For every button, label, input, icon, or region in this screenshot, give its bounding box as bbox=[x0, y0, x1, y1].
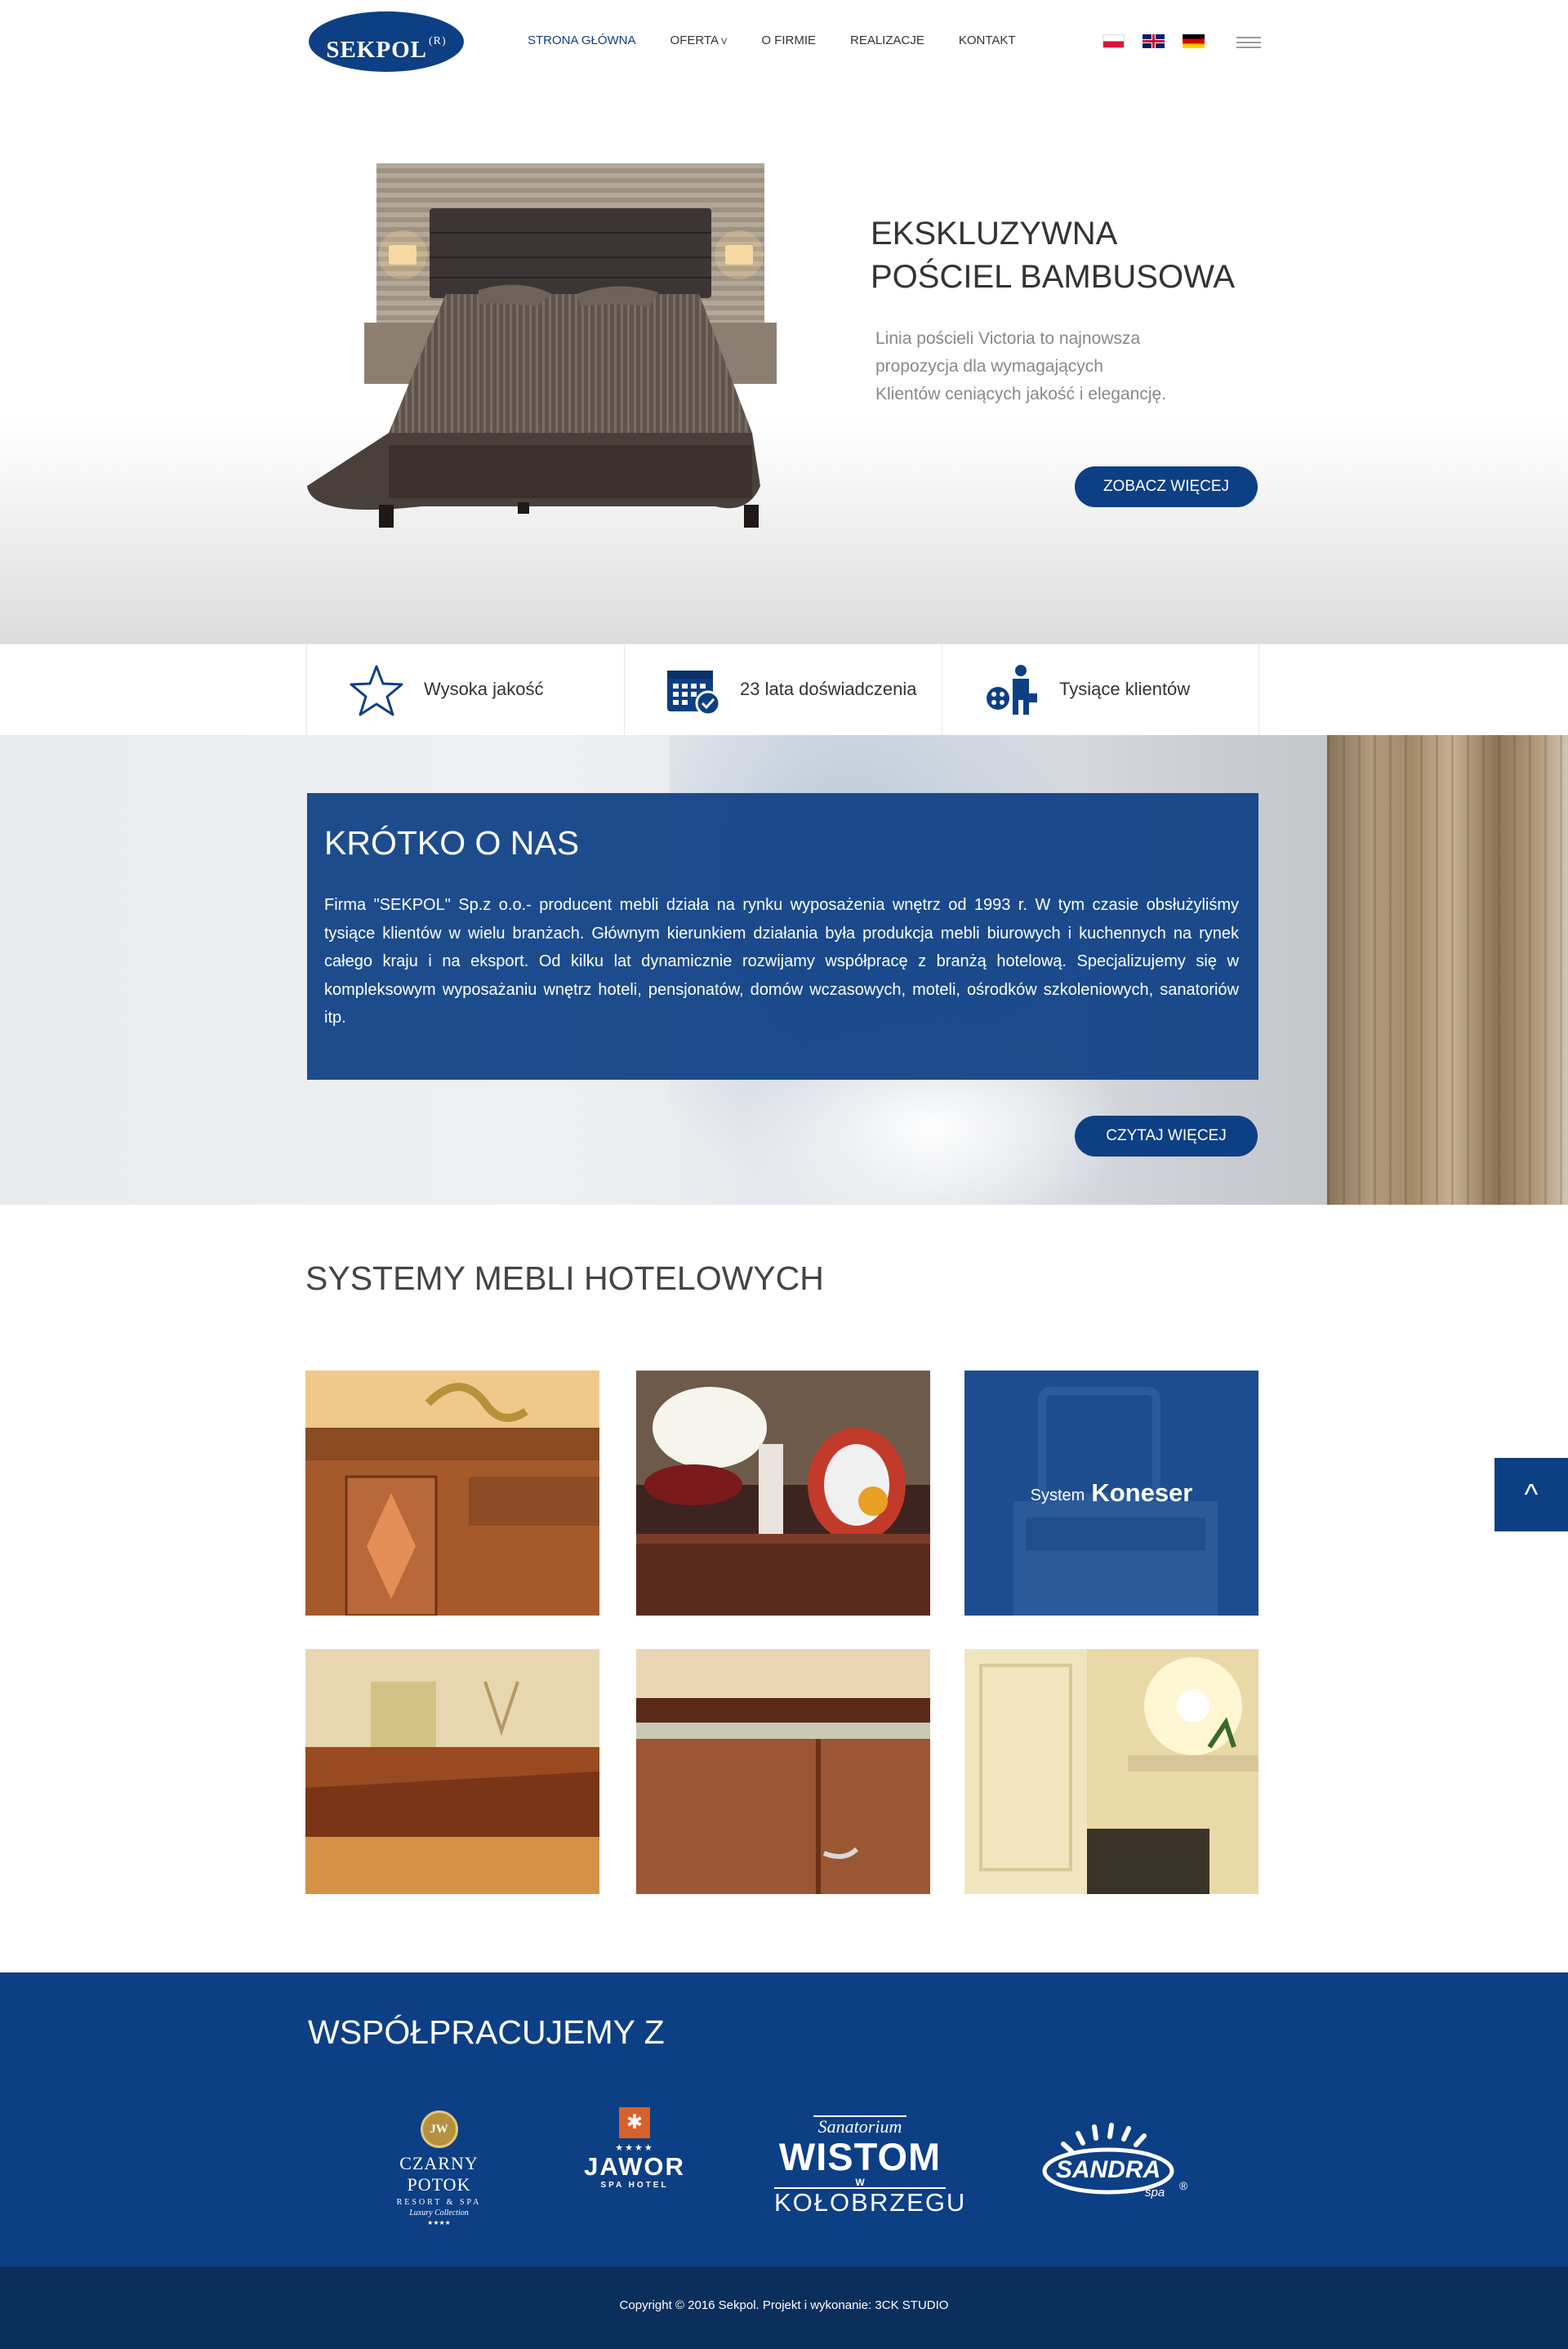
about-title: KRÓTKO O NAS bbox=[324, 824, 580, 862]
feature-experience-label: 23 lata doświadczenia bbox=[740, 679, 917, 699]
partner-sandra-spa-logo[interactable]: SANDRA spa ® bbox=[1031, 2115, 1194, 2205]
clients-group-icon bbox=[987, 665, 1037, 715]
hero-description: Linia pościeli Victoria to najnowsza pro… bbox=[875, 329, 1167, 403]
hero-title: EKSKLUZYWNA POŚCIEL BAMBUSOWA bbox=[871, 212, 1295, 299]
nav-item-oferta-label: OFERTA bbox=[670, 33, 719, 47]
systems-title: SYSTEMY MEBLI HOTELOWYCH bbox=[305, 1259, 824, 1297]
partner-czarny-potok-logo[interactable]: JW CZARNY POTOK RESORT & SPA Luxury Coll… bbox=[372, 2111, 506, 2226]
feature-experience: 23 lata doświadczenia bbox=[624, 644, 942, 736]
jawor-name: JAWOR bbox=[584, 2152, 685, 2181]
koneser-caption: System Koneser bbox=[964, 1371, 1258, 1616]
partners-title: WSPÓŁPRACUJEMY Z bbox=[308, 2013, 665, 2051]
system-tile-2[interactable] bbox=[636, 1371, 930, 1616]
sandra-registered: ® bbox=[1179, 2179, 1188, 2192]
system-tile-1[interactable] bbox=[305, 1371, 599, 1616]
caption-system: System bbox=[1030, 1486, 1085, 1504]
hamburger-icon[interactable] bbox=[1236, 37, 1261, 48]
nav-item-home[interactable]: STRONA GŁÓWNA bbox=[528, 31, 636, 51]
system-tile-4[interactable] bbox=[305, 1649, 599, 1894]
wistom-name: WISTOM bbox=[778, 2135, 942, 2178]
scroll-to-top-button[interactable]: ^ bbox=[1494, 1458, 1568, 1531]
czarny-potok-tag: Luxury Collection bbox=[409, 2209, 469, 2218]
czarny-potok-stars: ★★★★ bbox=[427, 2219, 451, 2226]
hero-title-line1: EKSKLUZYWNA bbox=[871, 216, 1118, 252]
czarny-potok-name: CZARNY POTOK bbox=[399, 2153, 479, 2195]
flag-gb-icon[interactable] bbox=[1143, 34, 1165, 48]
wistom-top: Sanatorium bbox=[813, 2115, 907, 2137]
flag-pl-icon[interactable] bbox=[1102, 34, 1125, 48]
nav-item-o-firmie[interactable]: O FIRMIE bbox=[761, 31, 816, 51]
site-header: SEKPOL (R) STRONA GŁÓWNA OFERTA v O FIRMIE… bbox=[0, 0, 1568, 82]
features-bar: Wysoka jakość 23 lata doświadczenia Tysi… bbox=[0, 644, 1568, 736]
language-switcher bbox=[1102, 34, 1205, 48]
hero-section: EKSKLUZYWNA POŚCIEL BAMBUSOWA Linia pośc… bbox=[0, 82, 1568, 644]
drawer-detail-photo bbox=[636, 1649, 930, 1894]
nav-item-oferta[interactable]: OFERTA v bbox=[670, 31, 728, 51]
jawor-sub: SPA HOTEL bbox=[600, 2181, 669, 2190]
sandra-sub: spa bbox=[1145, 2186, 1165, 2200]
jw-seal-icon: JW bbox=[420, 2111, 458, 2148]
hotel-hallway-photo bbox=[964, 1649, 1258, 1894]
partners-section: WSPÓŁPRACUJEMY Z JW CZARNY POTOK RESORT … bbox=[0, 1972, 1568, 2267]
maple-leaf-icon: ✱ bbox=[619, 2107, 650, 2138]
star-icon bbox=[350, 665, 403, 716]
copyright-text: Copyright © 2016 Sekpol. Projekt i wykon… bbox=[619, 2298, 949, 2312]
partner-wistom-logo[interactable]: Sanatorium WISTOM W KOŁOBRZEGU bbox=[774, 2115, 967, 2217]
hero-title-line2: POŚCIEL BAMBUSOWA bbox=[871, 259, 1236, 295]
system-tile-koneser[interactable]: System Koneser bbox=[964, 1371, 1258, 1616]
calendar-check-icon bbox=[667, 671, 721, 716]
logo-text: SEKPOL bbox=[326, 37, 427, 63]
about-section: KRÓTKO O NAS Firma "SEKPOL" Sp.z o.o.- p… bbox=[0, 735, 1568, 1205]
wistom-city: KOŁOBRZEGU bbox=[774, 2187, 967, 2217]
flag-de-icon[interactable] bbox=[1183, 34, 1205, 48]
about-text: Firma "SEKPOL" Sp.z o.o.- producent mebl… bbox=[324, 896, 1239, 1027]
system-tile-5[interactable] bbox=[636, 1649, 930, 1894]
wood-beam-photo bbox=[1327, 735, 1568, 1205]
chevron-down-icon: v bbox=[720, 37, 728, 47]
feature-quality-label: Wysoka jakość bbox=[424, 679, 544, 699]
nav-item-realizacje[interactable]: REALIZACJE bbox=[850, 31, 924, 51]
system-tile-6[interactable] bbox=[964, 1649, 1258, 1894]
sekpol-logo[interactable]: SEKPOL (R) bbox=[309, 11, 464, 72]
site-footer: Copyright © 2016 Sekpol. Projekt i wykon… bbox=[0, 2267, 1568, 2349]
wistom-w: W bbox=[855, 2177, 865, 2188]
flowers-table-photo bbox=[636, 1371, 930, 1616]
sandra-name: SANDRA bbox=[1055, 2156, 1161, 2183]
bed-image bbox=[307, 163, 777, 528]
nav-item-kontakt[interactable]: KONTAKT bbox=[959, 31, 1016, 51]
czytaj-wiecej-button[interactable]: CZYTAJ WIĘCEJ bbox=[1075, 1116, 1258, 1157]
coffee-table-photo bbox=[305, 1649, 599, 1894]
czarny-potok-sub: RESORT & SPA bbox=[396, 2198, 482, 2207]
zobacz-wiecej-button[interactable]: ZOBACZ WIĘCEJ bbox=[1075, 466, 1258, 507]
feature-clients: Tysiące klientów bbox=[942, 644, 1259, 736]
caption-koneser: Koneser bbox=[1091, 1478, 1193, 1507]
about-box: KRÓTKO O NAS Firma "SEKPOL" Sp.z o.o.- p… bbox=[307, 793, 1258, 1080]
feature-clients-label: Tysiące klientów bbox=[1059, 679, 1191, 699]
main-nav: STRONA GŁÓWNA OFERTA v O FIRMIE REALIZACJ… bbox=[528, 31, 1050, 51]
desk-photo bbox=[305, 1371, 599, 1616]
partner-jawor-logo[interactable]: ✱ ★★★★ JAWOR SPA HOTEL bbox=[575, 2107, 694, 2190]
feature-quality: Wysoka jakość bbox=[306, 644, 624, 736]
registered-mark: (R) bbox=[428, 35, 447, 47]
